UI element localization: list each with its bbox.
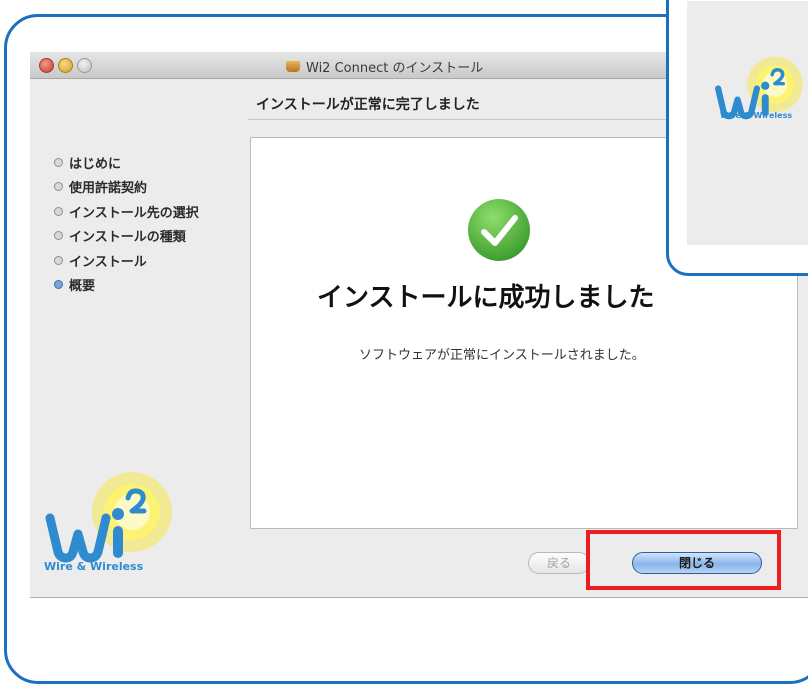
step-label: インストール先の選択 xyxy=(69,205,199,221)
step-introduction: はじめに xyxy=(54,150,199,175)
step-bullet-icon xyxy=(54,157,63,167)
step-bullet-active-icon xyxy=(54,280,63,290)
step-label: 概要 xyxy=(69,279,96,295)
step-label: 使用許諾契約 xyxy=(69,181,148,197)
window-title: Wi2 Connect のインストール xyxy=(286,57,484,76)
back-button[interactable]: 戻る xyxy=(528,552,590,574)
close-window-button[interactable] xyxy=(39,58,54,73)
inset-logo-panel: Wire & Wireless xyxy=(687,1,808,245)
close-button-highlight xyxy=(586,530,781,590)
window-title-text: Wi2 Connect のインストール xyxy=(306,60,484,76)
package-icon xyxy=(286,60,300,72)
step-summary: 概要 xyxy=(54,273,199,298)
step-bullet-icon xyxy=(54,231,63,241)
minimize-window-button[interactable] xyxy=(58,58,73,73)
step-destination: インストール先の選択 xyxy=(54,199,199,224)
success-heading: インストールに成功しました xyxy=(317,283,655,313)
wi2-logo-icon xyxy=(715,56,803,120)
step-license: 使用許諾契約 xyxy=(54,175,199,200)
window-bottom-divider xyxy=(30,597,808,598)
inset-brand-tagline: Wire & Wireless xyxy=(720,111,793,120)
step-label: インストール xyxy=(69,254,147,270)
checkmark-icon xyxy=(468,199,530,261)
success-message: ソフトウェアが正常にインストールされました。 xyxy=(359,348,645,363)
zoom-window-button[interactable] xyxy=(77,58,92,73)
step-label: インストールの種類 xyxy=(69,230,186,246)
step-bullet-icon xyxy=(54,206,63,216)
inset-logo-callout: Wire & Wireless xyxy=(666,0,808,276)
step-installation: インストール xyxy=(54,248,199,273)
step-bullet-icon xyxy=(54,255,63,265)
step-label: はじめに xyxy=(69,156,122,172)
step-bullet-icon xyxy=(54,182,63,192)
brand-tagline: Wire & Wireless xyxy=(44,560,144,573)
step-install-type: インストールの種類 xyxy=(54,224,199,249)
install-steps-list: はじめに 使用許諾契約 インストール先の選択 インストールの種類 インストール … xyxy=(54,150,199,297)
page-subtitle: インストールが正常に完了しました xyxy=(256,97,480,113)
